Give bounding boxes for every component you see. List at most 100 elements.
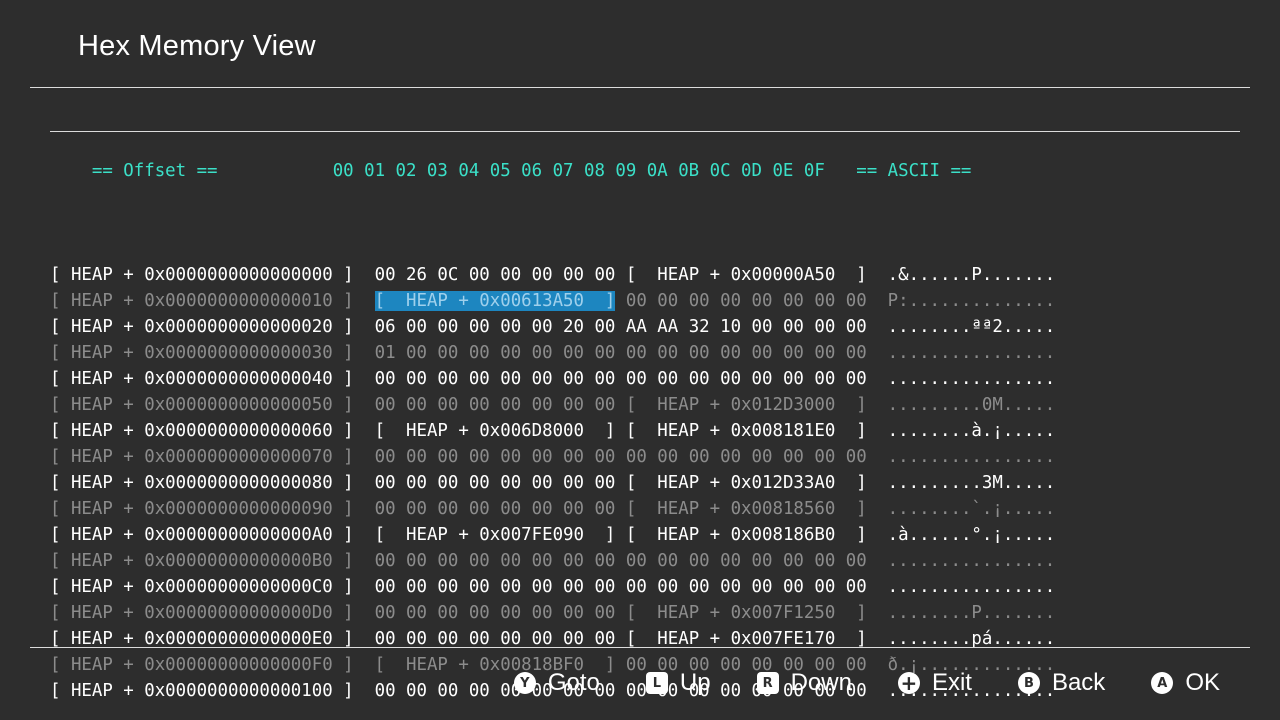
row-bytes-low[interactable]: [ HEAP + 0x00613A50 ]: [374, 291, 616, 311]
hex-row[interactable]: [ HEAP + 0x0000000000000040 ] 00 00 00 0…: [50, 366, 1055, 392]
hex-view[interactable]: == Offset == 00 01 02 03 04 05 06 07 08 …: [50, 106, 1240, 720]
row-bytes-high[interactable]: 00 00 00 00 00 00 00 00: [626, 447, 867, 467]
hex-row[interactable]: [ HEAP + 0x00000000000000D0 ] 00 00 00 0…: [50, 600, 1055, 626]
ok-button[interactable]: A OK: [1151, 669, 1220, 697]
row-ascii[interactable]: .........0M.....: [888, 395, 1056, 415]
row-ascii[interactable]: .à......°.¡.....: [888, 525, 1056, 545]
cell-spacer: [867, 343, 888, 363]
cell-spacer: [615, 499, 625, 519]
row-bytes-low[interactable]: 06 00 00 00 00 00 20 00: [375, 317, 616, 337]
row-ascii[interactable]: ................: [888, 551, 1056, 571]
cell-spacer: [615, 473, 625, 493]
row-ascii[interactable]: ........P.......: [888, 603, 1056, 623]
row-bytes-low[interactable]: 00 00 00 00 00 00 00 00: [375, 577, 616, 597]
row-bytes-low[interactable]: [ HEAP + 0x006D8000 ]: [375, 421, 616, 441]
back-button[interactable]: B Back: [1017, 669, 1105, 697]
row-bytes-low[interactable]: 00 00 00 00 00 00 00 00: [375, 447, 616, 467]
up-button[interactable]: L Up: [645, 669, 711, 697]
a-button-icon: A: [1151, 672, 1174, 694]
row-bytes-high[interactable]: [ HEAP + 0x007FE170 ]: [626, 629, 867, 649]
down-button[interactable]: R Down: [756, 669, 852, 697]
row-bytes-high[interactable]: 00 00 00 00 00 00 00 00: [626, 291, 867, 311]
row-ascii[interactable]: ................: [888, 343, 1056, 363]
row-ascii[interactable]: ........à.¡.....: [888, 421, 1056, 441]
goto-button[interactable]: Y Goto: [513, 669, 600, 697]
row-ascii[interactable]: ................: [888, 369, 1056, 389]
cell-spacer: [354, 473, 375, 493]
cell-spacer: [615, 447, 625, 467]
hex-row[interactable]: [ HEAP + 0x0000000000000030 ] 01 00 00 0…: [50, 340, 1055, 366]
hex-row[interactable]: [ HEAP + 0x00000000000000A0 ] [ HEAP + 0…: [50, 522, 1055, 548]
row-bytes-high[interactable]: 00 00 00 00 00 00 00 00: [626, 343, 867, 363]
hex-row[interactable]: [ HEAP + 0x0000000000000050 ] 00 00 00 0…: [50, 392, 1055, 418]
row-bytes-low[interactable]: 00 00 00 00 00 00 00 00: [375, 551, 616, 571]
row-bytes-high[interactable]: [ HEAP + 0x00000A50 ]: [626, 265, 867, 285]
row-ascii[interactable]: P:..............: [888, 291, 1056, 311]
row-offset[interactable]: [ HEAP + 0x00000000000000E0 ]: [50, 629, 354, 649]
hex-row[interactable]: [ HEAP + 0x0000000000000090 ] 00 00 00 0…: [50, 496, 1055, 522]
row-offset[interactable]: [ HEAP + 0x0000000000000040 ]: [50, 369, 354, 389]
row-ascii[interactable]: .&......P.......: [888, 265, 1056, 285]
hex-row[interactable]: [ HEAP + 0x0000000000000010 ] [ HEAP + 0…: [50, 288, 1055, 314]
row-bytes-low[interactable]: 00 00 00 00 00 00 00 00: [375, 603, 616, 623]
row-bytes-low[interactable]: 01 00 00 00 00 00 00 00: [375, 343, 616, 363]
row-bytes-high[interactable]: [ HEAP + 0x00818560 ]: [626, 499, 867, 519]
cell-spacer: [867, 551, 888, 571]
hex-row[interactable]: [ HEAP + 0x00000000000000B0 ] 00 00 00 0…: [50, 548, 1055, 574]
cell-spacer: [354, 291, 375, 311]
row-bytes-high[interactable]: [ HEAP + 0x008186B0 ]: [626, 525, 867, 545]
row-offset[interactable]: [ HEAP + 0x0000000000000030 ]: [50, 343, 354, 363]
row-bytes-low[interactable]: 00 26 0C 00 00 00 00 00: [375, 265, 616, 285]
row-bytes-high[interactable]: 00 00 00 00 00 00 00 00: [626, 551, 867, 571]
row-offset[interactable]: [ HEAP + 0x0000000000000090 ]: [50, 499, 354, 519]
row-ascii[interactable]: ........ªª2.....: [888, 317, 1056, 337]
hex-row[interactable]: [ HEAP + 0x0000000000000020 ] 06 00 00 0…: [50, 314, 1055, 340]
row-bytes-low[interactable]: 00 00 00 00 00 00 00 00: [375, 369, 616, 389]
row-offset[interactable]: [ HEAP + 0x0000000000000060 ]: [50, 421, 354, 441]
row-offset[interactable]: [ HEAP + 0x0000000000000010 ]: [50, 291, 354, 311]
cell-spacer: [867, 317, 888, 337]
row-ascii[interactable]: .........3M.....: [888, 473, 1056, 493]
exit-button[interactable]: + Exit: [897, 669, 972, 697]
cell-spacer: [867, 499, 888, 519]
hex-row[interactable]: [ HEAP + 0x0000000000000070 ] 00 00 00 0…: [50, 444, 1055, 470]
row-bytes-low[interactable]: [ HEAP + 0x007FE090 ]: [375, 525, 616, 545]
row-offset[interactable]: [ HEAP + 0x0000000000000000 ]: [50, 265, 354, 285]
header-spacer: [825, 161, 856, 181]
hex-row[interactable]: [ HEAP + 0x00000000000000E0 ] 00 00 00 0…: [50, 626, 1055, 652]
row-offset[interactable]: [ HEAP + 0x0000000000000100 ]: [50, 681, 354, 701]
row-bytes-high[interactable]: 00 00 00 00 00 00 00 00: [626, 577, 867, 597]
hex-row[interactable]: [ HEAP + 0x0000000000000060 ] [ HEAP + 0…: [50, 418, 1055, 444]
row-offset[interactable]: [ HEAP + 0x00000000000000F0 ]: [50, 655, 354, 675]
cell-spacer: [615, 317, 625, 337]
hex-row[interactable]: [ HEAP + 0x0000000000000000 ] 00 26 0C 0…: [50, 262, 1055, 288]
hex-header-divider: [50, 131, 1240, 132]
row-bytes-low[interactable]: 00 00 00 00 00 00 00 00: [375, 629, 616, 649]
row-ascii[interactable]: ................: [888, 577, 1056, 597]
row-ascii[interactable]: ........`.¡.....: [888, 499, 1056, 519]
row-bytes-high[interactable]: AA AA 32 10 00 00 00 00: [626, 317, 867, 337]
row-bytes-high[interactable]: [ HEAP + 0x007F1250 ]: [626, 603, 867, 623]
row-offset[interactable]: [ HEAP + 0x0000000000000080 ]: [50, 473, 354, 493]
row-offset[interactable]: [ HEAP + 0x00000000000000B0 ]: [50, 551, 354, 571]
row-offset[interactable]: [ HEAP + 0x0000000000000070 ]: [50, 447, 354, 467]
row-bytes-high[interactable]: [ HEAP + 0x012D33A0 ]: [626, 473, 867, 493]
row-offset[interactable]: [ HEAP + 0x00000000000000D0 ]: [50, 603, 354, 623]
row-offset[interactable]: [ HEAP + 0x00000000000000C0 ]: [50, 577, 354, 597]
cell-spacer: [615, 291, 625, 311]
row-bytes-low[interactable]: 00 00 00 00 00 00 00 00: [375, 473, 616, 493]
hex-row[interactable]: [ HEAP + 0x00000000000000C0 ] 00 00 00 0…: [50, 574, 1055, 600]
row-ascii[interactable]: ................: [888, 447, 1056, 467]
row-offset[interactable]: [ HEAP + 0x00000000000000A0 ]: [50, 525, 354, 545]
cell-spacer: [867, 395, 888, 415]
row-ascii[interactable]: ........pá......: [888, 629, 1056, 649]
row-bytes-high[interactable]: 00 00 00 00 00 00 00 00: [626, 369, 867, 389]
row-bytes-low[interactable]: 00 00 00 00 00 00 00 00: [375, 499, 616, 519]
cell-spacer: [354, 265, 375, 285]
row-bytes-low[interactable]: 00 00 00 00 00 00 00 00: [375, 395, 616, 415]
hex-row[interactable]: [ HEAP + 0x0000000000000080 ] 00 00 00 0…: [50, 470, 1055, 496]
row-bytes-high[interactable]: [ HEAP + 0x008181E0 ]: [626, 421, 867, 441]
row-offset[interactable]: [ HEAP + 0x0000000000000020 ]: [50, 317, 354, 337]
row-bytes-high[interactable]: [ HEAP + 0x012D3000 ]: [626, 395, 867, 415]
row-offset[interactable]: [ HEAP + 0x0000000000000050 ]: [50, 395, 354, 415]
